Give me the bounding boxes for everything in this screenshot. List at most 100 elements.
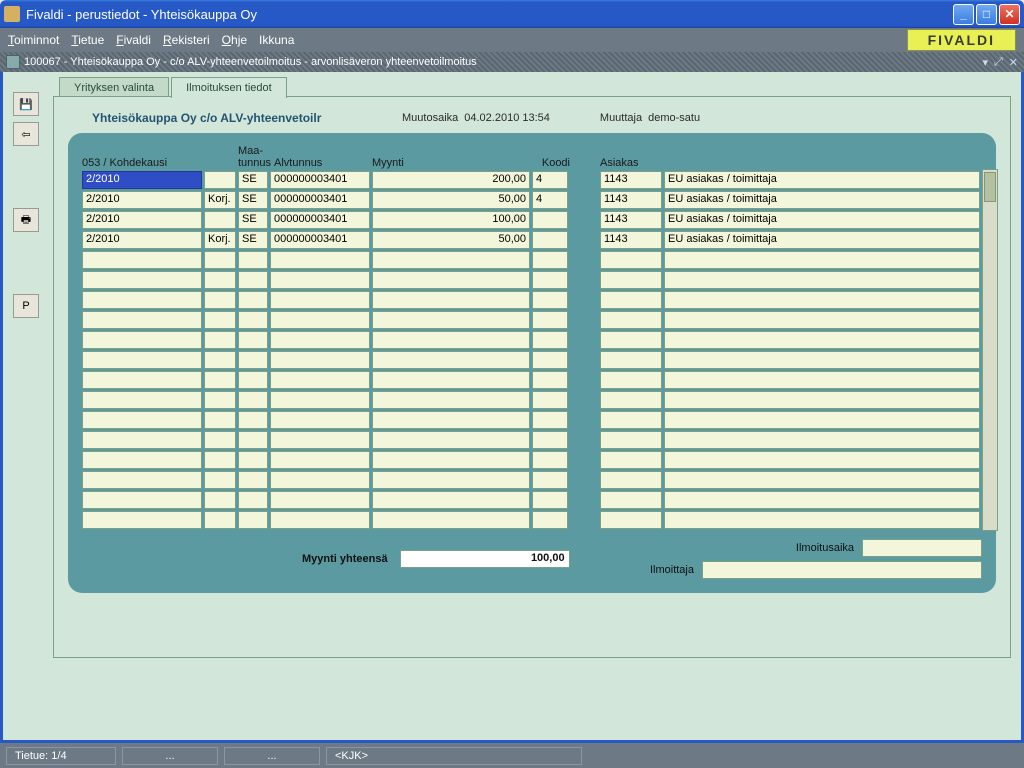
cell-maatunnus[interactable] <box>238 251 268 269</box>
cell-maatunnus[interactable]: SE <box>238 211 268 229</box>
cell-asiakas-num[interactable]: 1143 <box>600 211 662 229</box>
cell-korj[interactable] <box>204 271 236 289</box>
cell-alvtunnus[interactable]: 000000003401 <box>270 171 370 189</box>
table-row[interactable] <box>82 491 582 509</box>
cell-maatunnus[interactable] <box>238 391 268 409</box>
table-row[interactable] <box>82 471 582 489</box>
cell-asiakas-num[interactable] <box>600 431 662 449</box>
menu-ikkuna[interactable]: Ikkuna <box>259 33 294 47</box>
cell-myynti[interactable] <box>372 311 530 329</box>
cell-asiakas-num[interactable] <box>600 351 662 369</box>
cell-asiakas-name[interactable] <box>664 511 980 529</box>
save-button[interactable]: 💾 <box>13 92 39 116</box>
menu-fivaldi[interactable]: Fivaldi <box>116 33 151 47</box>
cell-myynti[interactable] <box>372 371 530 389</box>
cell-asiakas-num[interactable] <box>600 331 662 349</box>
table-row[interactable] <box>600 371 980 389</box>
cell-korj[interactable] <box>204 491 236 509</box>
cell-koodi[interactable] <box>532 411 568 429</box>
cell-kohdekausi[interactable] <box>82 331 202 349</box>
cell-maatunnus[interactable] <box>238 431 268 449</box>
cell-myynti[interactable] <box>372 351 530 369</box>
cell-korj[interactable] <box>204 451 236 469</box>
table-row[interactable]: 2/2010SE000000003401100,00 <box>82 211 582 229</box>
cell-koodi[interactable] <box>532 371 568 389</box>
menu-ohje[interactable]: Ohje <box>222 33 247 47</box>
table-row[interactable]: 1143EU asiakas / toimittaja <box>600 191 980 209</box>
cell-koodi[interactable] <box>532 511 568 529</box>
cell-koodi[interactable] <box>532 311 568 329</box>
cell-myynti[interactable] <box>372 331 530 349</box>
cell-alvtunnus[interactable] <box>270 431 370 449</box>
cell-kohdekausi[interactable] <box>82 431 202 449</box>
cell-kohdekausi[interactable]: 2/2010 <box>82 211 202 229</box>
cell-korj[interactable] <box>204 471 236 489</box>
table-row[interactable] <box>82 431 582 449</box>
cell-kohdekausi[interactable] <box>82 411 202 429</box>
cell-korj[interactable] <box>204 211 236 229</box>
cell-alvtunnus[interactable] <box>270 311 370 329</box>
table-row[interactable] <box>600 511 980 529</box>
cell-maatunnus[interactable] <box>238 291 268 309</box>
cell-myynti[interactable] <box>372 391 530 409</box>
cell-koodi[interactable] <box>532 291 568 309</box>
cell-asiakas-name[interactable] <box>664 431 980 449</box>
cell-alvtunnus[interactable] <box>270 291 370 309</box>
cell-asiakas-num[interactable] <box>600 451 662 469</box>
cell-korj[interactable] <box>204 311 236 329</box>
cell-korj[interactable]: Korj. <box>204 191 236 209</box>
cell-alvtunnus[interactable] <box>270 391 370 409</box>
cell-asiakas-num[interactable] <box>600 411 662 429</box>
table-row[interactable] <box>600 291 980 309</box>
cell-alvtunnus[interactable] <box>270 371 370 389</box>
cell-kohdekausi[interactable]: 2/2010 <box>82 171 202 189</box>
cell-myynti[interactable] <box>372 511 530 529</box>
print-button[interactable]: 🖶 <box>13 208 39 232</box>
cell-asiakas-num[interactable] <box>600 491 662 509</box>
cell-koodi[interactable] <box>532 451 568 469</box>
table-row[interactable] <box>600 251 980 269</box>
table-row[interactable] <box>82 331 582 349</box>
cell-koodi[interactable]: 4 <box>532 171 568 189</box>
cell-korj[interactable] <box>204 371 236 389</box>
cell-myynti[interactable] <box>372 411 530 429</box>
menu-tietue[interactable]: Tietue <box>71 33 104 47</box>
cell-korj[interactable] <box>204 251 236 269</box>
cell-asiakas-name[interactable] <box>664 391 980 409</box>
cell-myynti[interactable] <box>372 291 530 309</box>
menu-rekisteri[interactable]: Rekisteri <box>163 33 210 47</box>
table-row[interactable]: 2/2010Korj.SE00000000340150,004 <box>82 191 582 209</box>
cell-koodi[interactable] <box>532 211 568 229</box>
cell-asiakas-num[interactable] <box>600 291 662 309</box>
cell-kohdekausi[interactable] <box>82 511 202 529</box>
table-row[interactable] <box>600 391 980 409</box>
table-row[interactable]: 1143EU asiakas / toimittaja <box>600 231 980 249</box>
cell-maatunnus[interactable] <box>238 271 268 289</box>
table-row[interactable] <box>82 251 582 269</box>
cell-koodi[interactable] <box>532 391 568 409</box>
cell-asiakas-name[interactable] <box>664 351 980 369</box>
cell-asiakas-num[interactable] <box>600 311 662 329</box>
cell-maatunnus[interactable]: SE <box>238 191 268 209</box>
cell-asiakas-name[interactable] <box>664 411 980 429</box>
cell-asiakas-num[interactable]: 1143 <box>600 231 662 249</box>
cell-asiakas-name[interactable] <box>664 471 980 489</box>
cell-asiakas-name[interactable] <box>664 271 980 289</box>
cell-kohdekausi[interactable] <box>82 351 202 369</box>
cell-korj[interactable] <box>204 391 236 409</box>
menu-toiminnot[interactable]: Toiminnot <box>8 33 59 47</box>
cell-kohdekausi[interactable] <box>82 491 202 509</box>
cell-koodi[interactable]: 4 <box>532 191 568 209</box>
table-row[interactable] <box>82 371 582 389</box>
cell-kohdekausi[interactable]: 2/2010 <box>82 191 202 209</box>
cell-asiakas-num[interactable] <box>600 511 662 529</box>
cell-korj[interactable] <box>204 331 236 349</box>
cell-alvtunnus[interactable] <box>270 271 370 289</box>
cell-kohdekausi[interactable]: 2/2010 <box>82 231 202 249</box>
table-row[interactable] <box>82 291 582 309</box>
table-row[interactable] <box>82 271 582 289</box>
mdi-close-icon[interactable]: ✕ <box>1009 56 1018 69</box>
cell-asiakas-num[interactable] <box>600 471 662 489</box>
cell-asiakas-name[interactable] <box>664 251 980 269</box>
cell-myynti[interactable] <box>372 451 530 469</box>
